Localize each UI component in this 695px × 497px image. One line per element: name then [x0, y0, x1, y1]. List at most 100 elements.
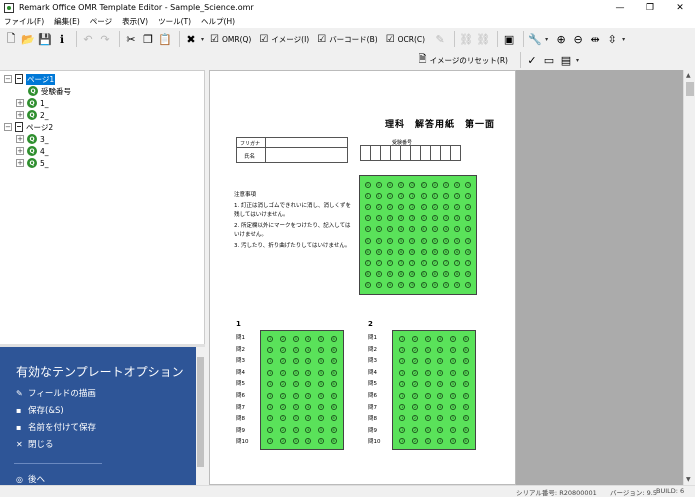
tree-item-page2[interactable]: − ページ2 — [4, 121, 53, 133]
dropdown-caret-icon[interactable]: ▾ — [201, 36, 204, 43]
reset-image-button[interactable]: 🗎 イメージのリセット(R) — [419, 52, 508, 69]
close-link[interactable]: ✕ 閉じる — [16, 438, 54, 451]
omr-bubble: 1 — [409, 192, 416, 199]
template-canvas[interactable]: 理科 解答用紙 第一面 フリガナ 氏名 受験番号 注意事項 1. 訂正は消しゴム… — [209, 70, 516, 485]
tree-item-q5[interactable]: + Q 5_ — [16, 157, 49, 169]
menu-view[interactable]: 表示(V) — [122, 16, 148, 27]
image-button[interactable]: ☑ イメージ(I) — [259, 34, 309, 45]
delete-icon[interactable]: ✖ — [184, 30, 198, 48]
omr-bubble: 9 — [386, 282, 393, 289]
properties-icon[interactable]: ▤ — [559, 51, 573, 69]
expand-icon[interactable]: + — [16, 111, 24, 119]
dropdown-caret-icon[interactable]: ▾ — [545, 36, 548, 43]
scrollbar-thumb[interactable] — [686, 82, 694, 96]
redo-icon[interactable]: ↷ — [98, 30, 112, 48]
tree-label-q5: 5_ — [40, 158, 49, 168]
menu-page[interactable]: ページ — [90, 16, 112, 27]
tree-item-q4[interactable]: + Q 4_ — [16, 145, 49, 157]
menu-edit[interactable]: 編集(E) — [54, 16, 80, 27]
new-file-icon[interactable]: 🗋 — [4, 30, 18, 48]
expand-icon[interactable]: + — [16, 135, 24, 143]
paste-icon[interactable]: 📋 — [158, 30, 172, 48]
omr-button[interactable]: ☑ OMR(Q) — [210, 34, 251, 45]
omr-bubble: 0 — [386, 181, 393, 188]
expand-icon[interactable]: + — [16, 159, 24, 167]
draw-field-link[interactable]: ✎ フィールドの描画 — [16, 387, 96, 400]
omr-bubble: 6 — [465, 248, 472, 255]
omr-bubble: 7 — [420, 259, 427, 266]
dropdown-caret-icon[interactable]: ▾ — [622, 36, 625, 43]
ocr-button[interactable]: ☑ OCR(C) — [386, 34, 425, 45]
info-icon[interactable]: ℹ — [55, 30, 69, 48]
link-icon[interactable]: ⛓ — [459, 30, 473, 48]
save-icon[interactable]: 💾 — [38, 30, 52, 48]
omr-bubble: 4 — [305, 335, 312, 342]
barcode-button[interactable]: ☑ バーコード(B) — [317, 34, 377, 45]
minimize-button[interactable]: — — [605, 0, 635, 15]
omr-bubble: 7 — [375, 259, 382, 266]
image-label: イメージ(I) — [271, 34, 310, 44]
expand-icon[interactable]: + — [16, 99, 24, 107]
collapse-icon[interactable]: − — [4, 123, 12, 131]
save-as-link[interactable]: ▪ 名前を付けて保存 — [16, 421, 96, 434]
tree-item-q3[interactable]: + Q 3_ — [16, 133, 49, 145]
omr-bubble: 1 — [267, 347, 274, 354]
fit-width-icon[interactable]: ⇹ — [588, 30, 602, 48]
scrollbar-thumb[interactable] — [197, 357, 204, 467]
task-pane-scrollbar[interactable] — [196, 347, 205, 485]
save-link[interactable]: ▪ 保存(&S) — [16, 404, 64, 417]
copy-icon[interactable]: ❐ — [141, 30, 155, 48]
undo-icon[interactable]: ↶ — [81, 30, 95, 48]
cut-icon[interactable]: ✂ — [124, 30, 138, 48]
tree-item-q1[interactable]: + Q 1_ — [16, 97, 49, 109]
spellcheck-icon[interactable]: ✓ — [525, 51, 539, 69]
unlink-icon[interactable]: ⛓ — [476, 30, 490, 48]
omr-bubble: 4 — [431, 226, 438, 233]
tree-item-exam-number[interactable]: Q 受験番号 — [28, 85, 71, 97]
field-edit-icon[interactable]: ✎ — [433, 30, 447, 48]
tree-item-q2[interactable]: + Q 2_ — [16, 109, 49, 121]
omr-region-q1[interactable]: 1234561234561234561234561234561234561234… — [260, 330, 344, 450]
scroll-up-icon[interactable]: ▲ — [686, 72, 691, 79]
omr-bubble: 2 — [420, 203, 427, 210]
zoom-out-icon[interactable]: ⊖ — [571, 30, 585, 48]
wrench-icon[interactable]: 🔧 — [528, 30, 542, 48]
note-3: 3. 汚したり、折り曲げたりしてはいけません。 — [234, 243, 351, 249]
zoom-in-icon[interactable]: ⊕ — [554, 30, 568, 48]
canvas-scrollbar[interactable]: ▲ ▼ — [683, 70, 695, 485]
omr-bubble: 6 — [409, 248, 416, 255]
omr-bubble: 1 — [398, 192, 405, 199]
menu-help[interactable]: ヘルプ(H) — [201, 16, 235, 27]
omr-bubble: 2 — [411, 392, 418, 399]
barcode-label: バーコード(B) — [329, 34, 378, 44]
select-region-icon[interactable]: ▣ — [502, 30, 516, 48]
omr-region-q2[interactable]: 1234561234561234561234561234561234561234… — [392, 330, 476, 450]
back-link[interactable]: ◎ 後へ — [16, 473, 45, 486]
collapse-icon[interactable]: − — [4, 75, 12, 83]
menu-file[interactable]: ファイル(F) — [4, 16, 44, 27]
omr-bubble: 4 — [420, 226, 427, 233]
omr-region-exam-number[interactable]: 0000000000111111111122222222223333333333… — [359, 175, 477, 295]
open-folder-icon[interactable]: 📂 — [21, 30, 35, 48]
dropdown-caret-icon[interactable]: ▾ — [576, 57, 579, 64]
omr-bubble: 1 — [267, 335, 274, 342]
omr-bubble: 1 — [267, 392, 274, 399]
menu-tools[interactable]: ツール(T) — [158, 16, 191, 27]
title-bar: Remark Office OMR Template Editor - Samp… — [0, 0, 695, 15]
omr-bubble: 1 — [399, 415, 406, 422]
question-label: 問8 — [368, 416, 377, 423]
expand-icon[interactable]: + — [16, 147, 24, 155]
maximize-button[interactable]: ❐ — [635, 0, 665, 15]
omr-bubble: 1 — [267, 426, 274, 433]
omr-bubble: 7 — [454, 259, 461, 266]
tree-item-page1[interactable]: − ページ1 — [4, 73, 56, 85]
omr-bubble: 2 — [411, 426, 418, 433]
scroll-down-icon[interactable]: ▼ — [686, 476, 691, 483]
omr-bubble: 1 — [267, 415, 274, 422]
omr-group-icon: Q — [27, 134, 37, 144]
notes-title: 注意事項 — [234, 192, 257, 198]
omr-bubble: 6 — [330, 438, 337, 445]
scanner-icon[interactable]: ▭ — [542, 51, 556, 69]
close-window-button[interactable]: ✕ — [665, 0, 695, 15]
fit-height-icon[interactable]: ⇳ — [605, 30, 619, 48]
